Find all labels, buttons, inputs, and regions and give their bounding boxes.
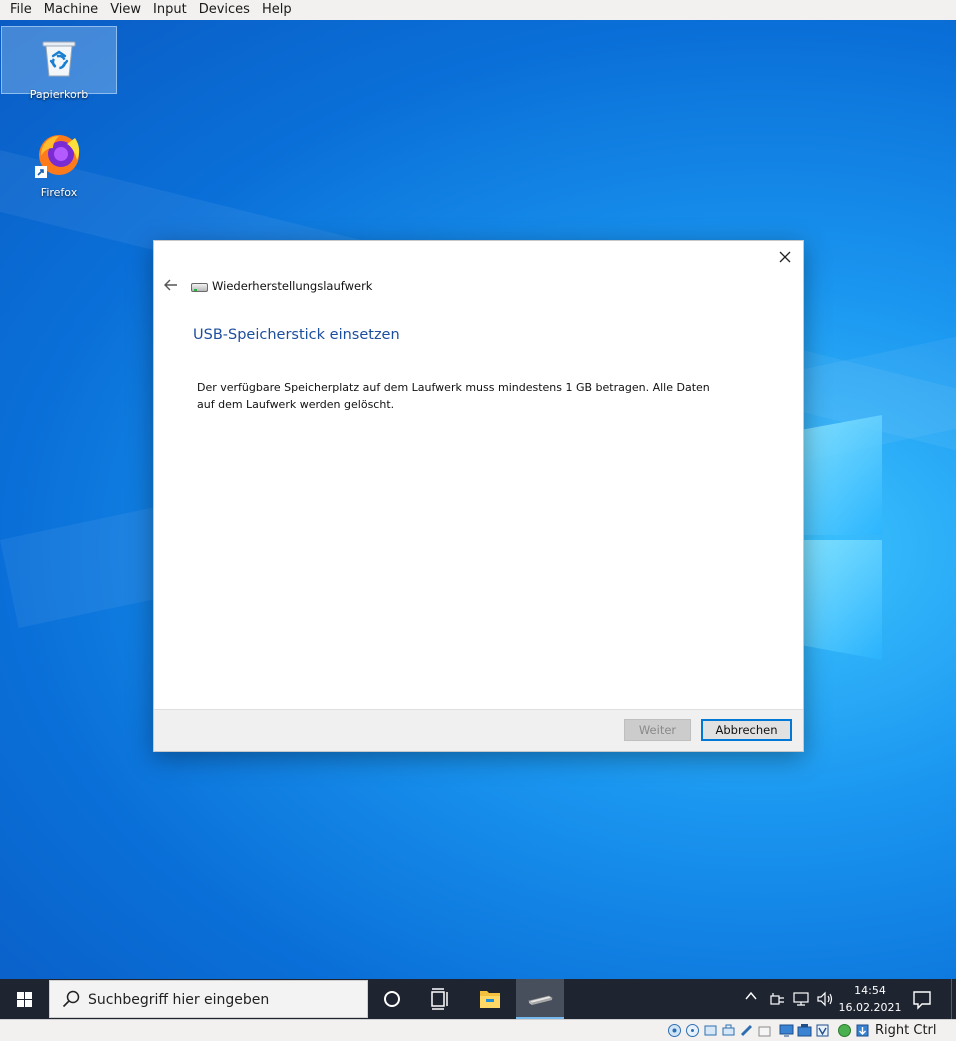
shortcut-arrow-icon	[35, 166, 47, 178]
recovery-drive-taskbar-button[interactable]	[516, 979, 564, 1019]
close-button[interactable]	[773, 245, 797, 269]
dialog-title: Wiederherstellungslaufwerk	[212, 279, 373, 293]
dialog-message: Der verfügbare Speicherplatz auf dem Lau…	[197, 381, 710, 411]
next-button[interactable]: Weiter	[624, 719, 691, 741]
notification-icon[interactable]	[910, 987, 934, 1011]
back-button[interactable]	[162, 277, 180, 295]
clock[interactable]: 14:54 16.02.2021	[836, 982, 904, 1016]
start-button[interactable]	[0, 979, 48, 1019]
cancel-button[interactable]: Abbrechen	[701, 719, 792, 741]
host-key-label: Right Ctrl	[875, 1023, 937, 1038]
close-icon	[779, 251, 791, 263]
taskbar-search[interactable]: Suchbegriff hier eingeben	[49, 980, 368, 1018]
desktop-icon-recycle-bin[interactable]: Papierkorb	[1, 26, 117, 101]
search-icon	[62, 990, 80, 1008]
menu-machine[interactable]: Machine	[38, 0, 104, 20]
menu-help[interactable]: Help	[256, 0, 298, 20]
show-desktop-button[interactable]	[951, 979, 956, 1019]
desktop-icon-firefox[interactable]: Firefox	[1, 128, 117, 200]
desktop-icon-label: Firefox	[40, 186, 78, 199]
taskbar: Suchbegriff hier eingeben 14:54 16.02.20…	[0, 979, 956, 1019]
file-explorer-button[interactable]	[466, 979, 514, 1019]
chevron-up-icon[interactable]	[744, 989, 758, 1007]
network-adapter-icon[interactable]	[721, 1023, 736, 1038]
recovery-drive-dialog: Wiederherstellungslaufwerk USB-Speichers…	[153, 240, 804, 752]
windows-logo-wallpaper	[804, 397, 884, 664]
cpu-icon[interactable]	[815, 1023, 830, 1038]
desktop-icon-label: Papierkorb	[29, 88, 89, 101]
display-icon[interactable]	[779, 1023, 794, 1038]
clock-time: 14:54	[854, 984, 886, 997]
clock-date: 16.02.2021	[838, 1001, 902, 1014]
usb-icon[interactable]	[739, 1023, 754, 1038]
task-view-icon	[431, 988, 448, 1010]
hard-disk-icon[interactable]	[667, 1023, 682, 1038]
menu-input[interactable]: Input	[147, 0, 193, 20]
volume-icon[interactable]	[816, 990, 834, 1008]
dialog-footer: Weiter Abbrechen	[154, 709, 803, 751]
optical-drive-icon[interactable]	[685, 1023, 700, 1038]
vbox-statusbar: Right Ctrl	[0, 1019, 956, 1041]
mouse-integration-icon[interactable]	[855, 1023, 870, 1038]
menu-devices[interactable]: Devices	[193, 0, 256, 20]
menu-file[interactable]: File	[4, 0, 38, 20]
task-view-button[interactable]	[416, 979, 464, 1019]
cortana-icon	[384, 991, 400, 1007]
back-arrow-icon	[164, 279, 177, 291]
dialog-heading: USB-Speicherstick einsetzen	[193, 327, 400, 343]
menu-view[interactable]: View	[104, 0, 147, 20]
vt-x-icon[interactable]	[837, 1023, 852, 1038]
vbox-menubar: File Machine View Input Devices Help	[0, 0, 956, 20]
recording-icon[interactable]	[797, 1023, 812, 1038]
recycle-bin-icon	[35, 32, 83, 80]
search-input[interactable]: Suchbegriff hier eingeben	[88, 981, 269, 1019]
power-plug-icon[interactable]	[768, 990, 786, 1008]
drive-icon	[528, 995, 553, 1005]
folder-icon	[480, 991, 500, 1008]
shared-folders-icon[interactable]	[757, 1023, 772, 1038]
cortana-button[interactable]	[368, 979, 416, 1019]
firefox-icon	[35, 130, 83, 178]
audio-icon[interactable]	[703, 1023, 718, 1038]
network-icon[interactable]	[792, 990, 810, 1008]
drive-icon	[191, 283, 208, 292]
